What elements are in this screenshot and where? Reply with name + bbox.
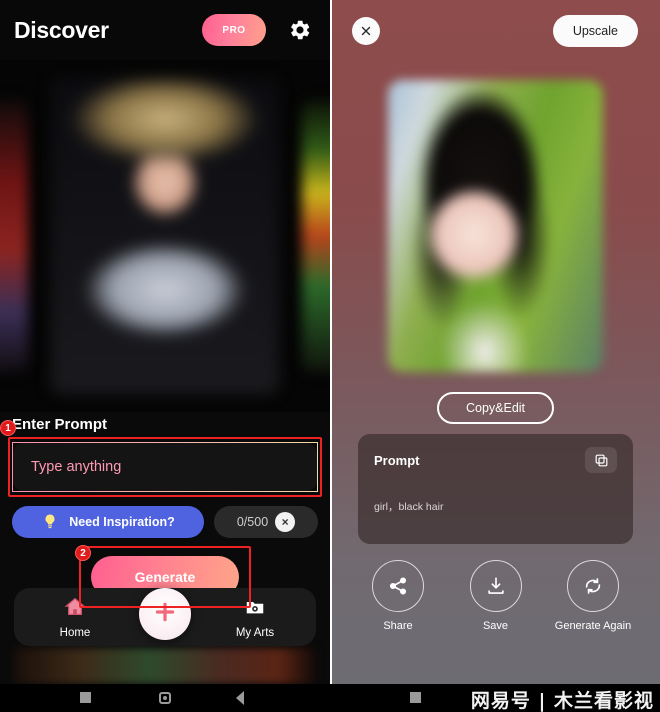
square-icon: [80, 692, 91, 703]
close-icon[interactable]: [352, 17, 380, 45]
recents-button-secondary[interactable]: [410, 692, 421, 703]
sidebar-item-label-home: Home: [59, 626, 91, 639]
share-icon: [372, 560, 424, 612]
enter-prompt-label: Enter Prompt: [12, 415, 108, 433]
discover-header: Discover PRO: [0, 0, 330, 60]
art-thumbnail-next: [302, 100, 330, 372]
recents-button[interactable]: [80, 692, 91, 703]
close-icon[interactable]: ×: [275, 512, 296, 532]
gear-icon[interactable]: [288, 18, 312, 42]
plus-icon: [152, 599, 178, 630]
result-header: Upscale: [330, 0, 660, 62]
art-card-current[interactable]: [51, 78, 279, 394]
result-screen: Upscale Copy&Edit Prompt girl，black hair: [330, 0, 660, 684]
save-button[interactable]: Save: [456, 560, 536, 634]
result-actions: Share Save Generate Again: [358, 560, 633, 634]
sidebar-item-label-my-arts: My Arts: [235, 626, 275, 639]
copy-edit-button[interactable]: Copy&Edit: [437, 392, 554, 424]
prompt-input-wrapper: Type anything: [8, 437, 322, 497]
save-label: Save: [482, 620, 509, 632]
refresh-icon: [567, 560, 619, 612]
result-image-content: [388, 80, 603, 372]
share-button[interactable]: Share: [358, 560, 438, 634]
prompt-section: Enter Prompt Type anything Need Inspirat…: [0, 412, 330, 608]
lightbulb-icon: [41, 513, 59, 531]
prompt-tools-row: Need Inspiration? 0/500 ×: [12, 506, 318, 538]
circle-icon: [159, 692, 171, 704]
art-card-previous[interactable]: [0, 100, 28, 372]
step-badge-2: 2: [75, 545, 91, 561]
copy-icon[interactable]: [585, 447, 617, 473]
upscale-button[interactable]: Upscale: [552, 15, 638, 47]
enter-prompt-label-row: Enter Prompt: [0, 412, 330, 436]
need-inspiration-label: Need Inspiration?: [69, 515, 175, 529]
result-image[interactable]: [388, 80, 603, 372]
art-thumbnail-current: [51, 78, 279, 394]
system-bar-right: 网易号 | 木兰看影视: [330, 684, 660, 712]
prompt-card: Prompt girl，black hair: [358, 434, 633, 544]
generate-again-label: Generate Again: [554, 620, 632, 632]
sidebar-item-my-arts[interactable]: My Arts: [220, 596, 290, 639]
generate-again-button[interactable]: Generate Again: [553, 560, 633, 634]
square-icon: [410, 692, 421, 703]
folder-photo-icon: [244, 596, 266, 623]
prompt-card-text: girl，black hair: [374, 501, 444, 513]
copy-edit-label: Copy&Edit: [465, 401, 526, 415]
back-button[interactable]: [236, 691, 244, 705]
android-system-bar: 网易号 | 木兰看影视: [0, 684, 660, 712]
prompt-card-title: Prompt: [374, 452, 420, 468]
app-screenshot: Discover PRO Enter Prompt Type anything …: [0, 0, 660, 712]
sidebar-item-home[interactable]: Home: [40, 596, 110, 639]
page-title: Discover: [14, 16, 109, 43]
pro-label: PRO: [222, 24, 246, 36]
need-inspiration-button[interactable]: Need Inspiration?: [12, 506, 204, 538]
create-fab-button[interactable]: [139, 588, 191, 640]
download-icon: [469, 560, 522, 612]
home-button[interactable]: [159, 692, 171, 704]
art-thumbnail-previous: [0, 100, 28, 372]
background-gallery-strip: [14, 648, 316, 684]
pro-button[interactable]: PRO: [202, 14, 266, 46]
share-label: Share: [383, 620, 413, 632]
art-card-next[interactable]: [302, 100, 330, 372]
generate-label: Generate: [134, 569, 196, 585]
home-icon: [64, 596, 86, 623]
panel-divider: [330, 0, 332, 684]
character-counter: 0/500: [236, 515, 269, 529]
watermark: 网易号 | 木兰看影视: [470, 690, 654, 712]
prompt-input[interactable]: Type anything: [12, 442, 318, 492]
step-badge-1: 1: [0, 420, 16, 436]
discover-screen: Discover PRO Enter Prompt Type anything …: [0, 0, 330, 684]
upscale-label: Upscale: [572, 24, 618, 38]
prompt-input-placeholder: Type anything: [31, 459, 122, 475]
system-bar-left: [0, 684, 330, 712]
circle-inner-dot: [163, 696, 167, 700]
prompt-card-header: Prompt: [374, 447, 617, 473]
art-carousel[interactable]: [0, 60, 330, 412]
character-counter-pill: 0/500 ×: [214, 506, 318, 538]
back-triangle-icon: [236, 691, 244, 705]
